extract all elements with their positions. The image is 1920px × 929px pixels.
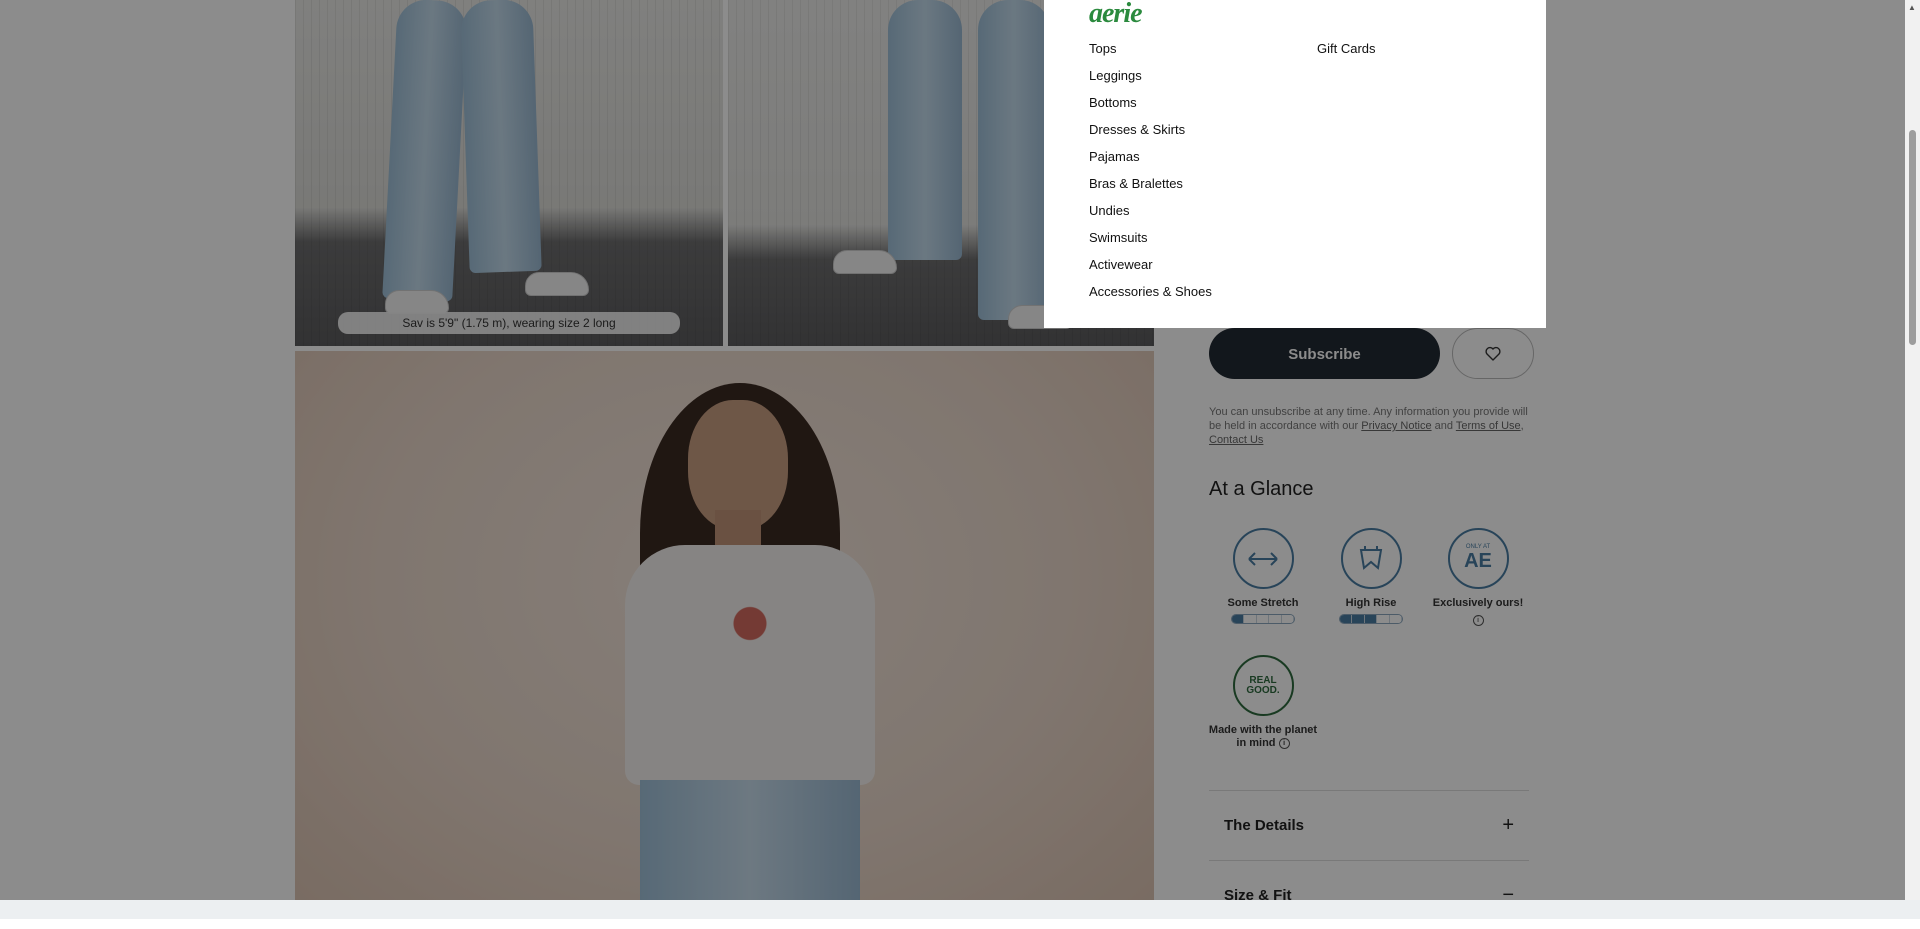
menu-item-gift-cards[interactable]: Gift Cards bbox=[1317, 40, 1376, 67]
menu-item-accessories-shoes[interactable]: Accessories & Shoes bbox=[1089, 283, 1212, 310]
scrollbar-thumb[interactable] bbox=[1909, 130, 1916, 345]
menu-item-pajamas[interactable]: Pajamas bbox=[1089, 148, 1212, 175]
aerie-mega-menu: aerie Tops Leggings Bottoms Dresses & Sk… bbox=[1044, 0, 1546, 328]
menu-item-bras-bralettes[interactable]: Bras & Bralettes bbox=[1089, 175, 1212, 202]
modal-backdrop[interactable] bbox=[0, 0, 1920, 919]
menu-item-tops[interactable]: Tops bbox=[1089, 40, 1212, 67]
menu-item-dresses-skirts[interactable]: Dresses & Skirts bbox=[1089, 121, 1212, 148]
menu-item-leggings[interactable]: Leggings bbox=[1089, 67, 1212, 94]
menu-column-categories: Tops Leggings Bottoms Dresses & Skirts P… bbox=[1089, 40, 1212, 310]
menu-item-undies[interactable]: Undies bbox=[1089, 202, 1212, 229]
scroll-up-arrow-icon[interactable]: ▲ bbox=[1908, 3, 1916, 12]
menu-item-bottoms[interactable]: Bottoms bbox=[1089, 94, 1212, 121]
vertical-scrollbar[interactable]: ▲ bbox=[1905, 0, 1920, 900]
menu-item-swimsuits[interactable]: Swimsuits bbox=[1089, 229, 1212, 256]
aerie-logo[interactable]: aerie bbox=[1089, 0, 1143, 30]
menu-column-gifts: Gift Cards bbox=[1317, 40, 1376, 67]
menu-item-activewear[interactable]: Activewear bbox=[1089, 256, 1212, 283]
horizontal-scroll-area bbox=[0, 900, 1920, 919]
